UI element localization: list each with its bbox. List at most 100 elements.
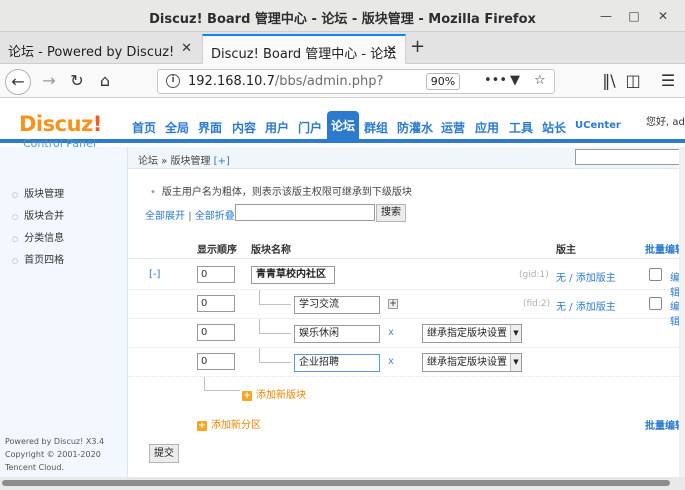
close-window-icon[interactable]: ✕ [655, 8, 671, 24]
order-input[interactable]: 0 [197, 295, 235, 312]
reload-icon[interactable]: ↻ [64, 69, 90, 95]
pocket-icon[interactable]: ▼ [510, 73, 520, 88]
user-greeting: 您好, ad [646, 117, 685, 128]
table-header: 显示顺序 版块名称 版主 批量编辑 [128, 233, 685, 259]
vertical-scrollbar[interactable] [679, 147, 685, 477]
submit-button[interactable]: 提交 [149, 444, 179, 463]
nav-antispam[interactable]: 防灌水 [397, 119, 433, 136]
table-row: 0 企业招聘 x 继承指定版块设置 ▼ [128, 348, 685, 377]
expand-collapse-links: 全部展开 | 全部折叠 [145, 207, 235, 222]
sidebar-item-board-merge[interactable]: 版块合并 [12, 207, 64, 222]
bookmark-star-icon[interactable]: ☆ [534, 73, 546, 88]
add-board-link[interactable]: + 添加新版块 [242, 386, 306, 401]
nav-interface[interactable]: 界面 [198, 119, 222, 136]
discuz-logo[interactable]: Discuz! Control Panel [19, 113, 102, 150]
batch-checkbox[interactable] [649, 268, 662, 281]
category-name-input[interactable]: 青青草校内社区 [251, 266, 335, 284]
breadcrumb-path: 论坛 » 版块管理 [138, 156, 211, 167]
add-to-menu-link[interactable]: [+] [214, 156, 230, 167]
nav-apps[interactable]: 应用 [475, 119, 499, 136]
add-category-label: 添加新分区 [211, 420, 261, 431]
inherit-settings-select[interactable]: 继承指定版块设置 ▼ [422, 353, 522, 372]
new-tab-icon[interactable]: + [410, 36, 425, 57]
sidebar-item-home-grid[interactable]: 首页四格 [12, 251, 64, 266]
collapse-toggle[interactable]: [-] [149, 269, 160, 280]
header-search-input[interactable] [575, 149, 685, 165]
table-row: [-] 0 青青草校内社区 (gid:1) 无 / 添加版主 编辑 [128, 261, 685, 299]
nav-tools[interactable]: 工具 [509, 119, 533, 136]
board-name-input[interactable]: 娱乐休闲 [294, 325, 380, 343]
tab-forum-label: 论坛 - Powered by Discuz! [8, 45, 175, 60]
chevron-down-icon: ▼ [510, 325, 521, 342]
moderator-link[interactable]: 无 / 添加版主 [556, 269, 616, 284]
sidebar-item-board-manage[interactable]: 版块管理 [12, 185, 64, 200]
nav-webmaster[interactable]: 站长 [542, 119, 566, 136]
home-icon[interactable]: ⌂ [92, 69, 118, 95]
nav-forum[interactable]: 论坛 [327, 111, 360, 142]
board-name-input[interactable]: 企业招聘 [294, 354, 380, 372]
scrollbar-thumb[interactable] [2, 480, 670, 486]
sidebar: 版块管理 版块合并 分类信息 首页四格 Powered by Discuz! X… [0, 147, 128, 490]
tree-connector [259, 290, 291, 305]
minimize-icon[interactable]: — [598, 8, 614, 24]
tab-forum[interactable]: 论坛 - Powered by Discuz! ✕ [0, 34, 200, 64]
tab-strip: 论坛 - Powered by Discuz! ✕ Discuz! Board … [0, 32, 685, 65]
zoom-level[interactable]: 90% [426, 73, 460, 90]
navigation-bar: ← → ↻ ⌂ i 192.168.10.7/bbs/admin.php? 90… [0, 64, 685, 98]
col-moderator: 版主 [556, 245, 576, 256]
logo-bang: ! [92, 112, 103, 136]
admin-header: Discuz! Control Panel 首页 全局 界面 内容 用户 门户 … [0, 99, 685, 150]
close-tab-icon[interactable]: ✕ [386, 43, 397, 58]
forward-icon[interactable]: → [36, 69, 62, 95]
add-icon: + [197, 421, 207, 431]
col-name: 版块名称 [251, 245, 291, 256]
add-category-link[interactable]: + 添加新分区 [197, 416, 261, 431]
window-title: Discuz! Board 管理中心 - 论坛 - 版块管理 - Mozilla… [149, 12, 536, 27]
order-input[interactable]: 0 [197, 324, 235, 341]
menu-icon[interactable]: ☰ [655, 69, 681, 95]
tab-admin[interactable]: Discuz! Board 管理中心 - 论坛 ✕ [202, 34, 406, 65]
horizontal-scrollbar[interactable] [0, 477, 685, 490]
collapse-all-link[interactable]: 全部折叠 [195, 211, 235, 222]
more-actions-icon[interactable]: ••• [484, 73, 507, 88]
window-titlebar: Discuz! Board 管理中心 - 论坛 - 版块管理 - Mozilla… [0, 0, 685, 32]
inherit-settings-select[interactable]: 继承指定版块设置 ▼ [422, 324, 522, 343]
nav-portal[interactable]: 门户 [298, 119, 322, 136]
nav-operations[interactable]: 运营 [441, 119, 465, 136]
sidebar-powered-by: Powered by Discuz! X3.4 [5, 437, 105, 446]
expand-all-link[interactable]: 全部展开 [145, 211, 185, 222]
table-row: 0 学习交流 + (fid:2) 无 / 添加版主 编辑 [128, 290, 685, 328]
site-info-icon[interactable]: i [166, 74, 180, 88]
order-input[interactable]: 0 [197, 266, 235, 283]
sidebar-item-category-info[interactable]: 分类信息 [12, 229, 64, 244]
nav-content[interactable]: 内容 [232, 119, 256, 136]
add-subboard-icon[interactable]: + [388, 299, 398, 309]
sidebar-toggle-icon[interactable]: ◫ [620, 69, 646, 95]
nav-groups[interactable]: 群组 [364, 119, 388, 136]
moderator-link[interactable]: 无 / 添加版主 [556, 298, 616, 313]
maximize-icon[interactable]: □ [626, 8, 642, 24]
close-tab-icon[interactable]: ✕ [181, 41, 192, 56]
nav-global[interactable]: 全局 [165, 119, 189, 136]
order-input[interactable]: 0 [197, 353, 235, 370]
library-icon[interactable]: ‖\ [596, 69, 622, 95]
breadcrumb: 论坛 » 版块管理 [+] [138, 152, 230, 167]
gid-label: (gid:1) [519, 270, 549, 280]
delete-row-icon[interactable]: x [388, 356, 394, 367]
table-row: 0 娱乐休闲 x 继承指定版块设置 ▼ [128, 319, 685, 348]
url-text[interactable]: 192.168.10.7/bbs/admin.php? [188, 74, 383, 89]
back-icon[interactable]: ← [5, 69, 31, 95]
nav-home[interactable]: 首页 [132, 119, 156, 136]
batch-checkbox[interactable] [649, 297, 662, 310]
search-button[interactable]: 搜索 [376, 204, 406, 222]
url-bar[interactable]: i 192.168.10.7/bbs/admin.php? 90% ••• ▼ … [157, 69, 555, 94]
nav-ucenter[interactable]: UCenter [575, 120, 621, 131]
nav-users[interactable]: 用户 [265, 119, 289, 136]
board-name-input[interactable]: 学习交流 [294, 296, 380, 314]
delete-row-icon[interactable]: x [388, 327, 394, 338]
tree-connector [259, 319, 291, 334]
board-search-input[interactable] [235, 204, 375, 221]
inherit-settings-value: 继承指定版块设置 [427, 328, 507, 339]
link-separator: | [188, 211, 192, 222]
breadcrumb-bar: 论坛 » 版块管理 [+] [128, 147, 685, 169]
